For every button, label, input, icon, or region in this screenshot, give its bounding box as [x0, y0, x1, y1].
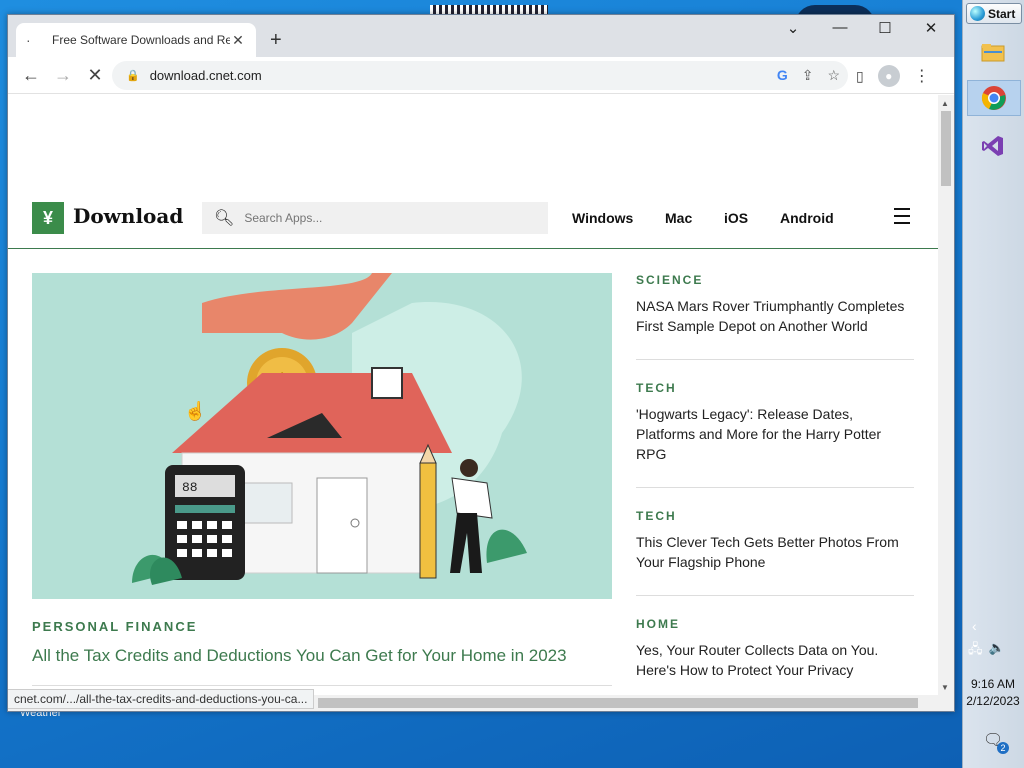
- scroll-down-arrow-icon[interactable]: ▼: [941, 683, 949, 692]
- site-header: ¥ Download 🔍︎ Windows Mac iOS Android: [8, 195, 938, 249]
- windows-orb-icon: [970, 6, 985, 21]
- article-title-link[interactable]: NASA Mars Rover Triumphantly Completes F…: [636, 296, 914, 336]
- back-button[interactable]: ←: [20, 65, 42, 86]
- link-status-bubble: cnet.com/.../all-the-tax-credits-and-ded…: [8, 689, 315, 709]
- bookmark-star-icon[interactable]: ☆: [827, 67, 840, 84]
- start-button[interactable]: Start: [966, 3, 1022, 24]
- nav-mac[interactable]: Mac: [665, 210, 692, 226]
- loading-dot-icon: ·: [26, 32, 31, 48]
- tab-search-chevron-icon[interactable]: ⌄: [778, 19, 808, 37]
- hamburger-menu-icon[interactable]: [894, 208, 910, 229]
- side-article[interactable]: SCIENCE NASA Mars Rover Triumphantly Com…: [636, 273, 914, 336]
- tab-strip: · Free Software Downloads and Re ✕ + ⌄ —…: [8, 15, 954, 57]
- share-icon[interactable]: ⇪: [802, 67, 814, 84]
- hand-cursor-icon: ☝: [184, 401, 207, 421]
- folder-icon: [981, 44, 1005, 62]
- scroll-up-arrow-icon[interactable]: ▲: [941, 99, 949, 108]
- vertical-scrollbar[interactable]: ▲ ▼: [938, 95, 954, 695]
- browser-toolbar: ← → ✕ 🔒 download.cnet.com G ⇪ ☆ ▯ ● ⋮: [8, 57, 954, 94]
- taskbar-clock[interactable]: 9:16 AM 2/12/2023: [962, 676, 1024, 710]
- article-category[interactable]: TECH: [636, 509, 914, 523]
- address-bar[interactable]: 🔒 download.cnet.com G ⇪ ☆: [112, 61, 848, 90]
- side-article[interactable]: HOME Yes, Your Router Collects Data on Y…: [636, 617, 914, 680]
- taskbar-visual-studio[interactable]: [975, 128, 1011, 164]
- network-icon[interactable]: 🖧: [968, 640, 983, 662]
- site-logo-text[interactable]: Download: [73, 204, 183, 228]
- browser-window: · Free Software Downloads and Re ✕ + ⌄ —…: [7, 14, 955, 712]
- search-icon[interactable]: 🔍︎: [214, 208, 234, 228]
- google-icon[interactable]: G: [777, 67, 788, 84]
- browser-tab[interactable]: · Free Software Downloads and Re ✕: [16, 23, 256, 57]
- profile-avatar[interactable]: ●: [877, 65, 900, 87]
- nav-ios[interactable]: iOS: [724, 210, 748, 226]
- clock-date: 2/12/2023: [966, 694, 1020, 708]
- close-window-button[interactable]: ✕: [916, 19, 946, 37]
- taskbar-chrome[interactable]: [967, 80, 1021, 116]
- new-tab-button[interactable]: +: [270, 29, 282, 52]
- tab-title: Free Software Downloads and Re: [52, 33, 230, 47]
- download-logo-icon[interactable]: ¥: [32, 202, 64, 234]
- nav-android[interactable]: Android: [780, 210, 834, 226]
- nav-windows[interactable]: Windows: [572, 210, 633, 226]
- lock-icon[interactable]: 🔒: [126, 69, 140, 82]
- start-label: Start: [988, 6, 1016, 21]
- system-tray: 🖧 🔈: [968, 640, 1005, 662]
- close-tab-icon[interactable]: ✕: [230, 32, 246, 49]
- article-category[interactable]: TECH: [636, 381, 914, 395]
- article-category[interactable]: SCIENCE: [636, 273, 914, 287]
- search-input[interactable]: [244, 211, 545, 225]
- house-coin-illustration: $ 88: [132, 273, 527, 585]
- hero-image[interactable]: $ 88: [32, 273, 612, 599]
- side-article[interactable]: TECH 'Hogwarts Legacy': Release Dates, P…: [636, 381, 914, 464]
- side-panel-icon[interactable]: ▯: [856, 68, 864, 85]
- article-title-link[interactable]: This Clever Tech Gets Better Photos From…: [636, 532, 914, 572]
- search-box[interactable]: 🔍︎: [202, 202, 548, 234]
- notification-count-badge: 2: [997, 742, 1009, 754]
- maximize-button[interactable]: ☐: [870, 19, 900, 37]
- article-title-link[interactable]: 'Hogwarts Legacy': Release Dates, Platfo…: [636, 404, 914, 464]
- article-title-link[interactable]: Yes, Your Router Collects Data on You. H…: [636, 640, 914, 680]
- visual-studio-icon: [982, 136, 1003, 156]
- volume-icon[interactable]: 🔈: [989, 640, 1005, 662]
- menu-kebab-icon[interactable]: ⋮: [914, 66, 930, 86]
- calculator-display-text: 88: [182, 480, 198, 495]
- scrollbar-thumb[interactable]: [941, 111, 951, 186]
- url-text: download.cnet.com: [149, 68, 262, 83]
- taskbar-file-explorer[interactable]: [975, 34, 1011, 70]
- chrome-icon: [981, 86, 1006, 110]
- divider: [636, 359, 914, 360]
- page-viewport: ¥ Download 🔍︎ Windows Mac iOS Android $: [8, 95, 938, 695]
- side-article[interactable]: TECH This Clever Tech Gets Better Photos…: [636, 509, 914, 572]
- article-category[interactable]: HOME: [636, 617, 914, 631]
- divider: [636, 595, 914, 596]
- forward-button[interactable]: →: [52, 65, 74, 86]
- clock-time: 9:16 AM: [970, 677, 1016, 691]
- hero-headline-link[interactable]: All the Tax Credits and Deductions You C…: [32, 646, 612, 666]
- hero-category[interactable]: PERSONAL FINANCE: [32, 619, 197, 634]
- minimize-button[interactable]: —: [825, 19, 855, 36]
- divider: [636, 487, 914, 488]
- stop-loading-button[interactable]: ✕: [84, 65, 106, 86]
- horizontal-scrollbar-thumb[interactable]: [318, 698, 918, 708]
- tray-expand-chevron-icon[interactable]: ‹: [972, 618, 977, 634]
- action-center-icon[interactable]: 🗨 2: [983, 730, 1009, 754]
- divider: [32, 685, 612, 686]
